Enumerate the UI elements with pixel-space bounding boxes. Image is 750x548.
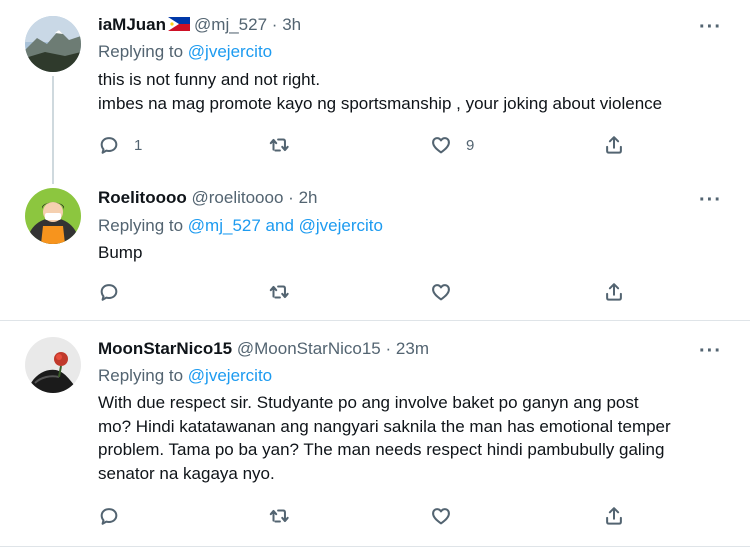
reply-button[interactable]	[98, 281, 134, 303]
share-button[interactable]	[603, 505, 625, 527]
text-line: mo? Hindi katatawanan ang nangyari sakni…	[98, 416, 671, 436]
share-icon	[606, 507, 622, 525]
like-button[interactable]: 9	[430, 134, 474, 156]
timestamp[interactable]: 2h	[299, 188, 318, 207]
replying-to: Replying to @jvejercito	[98, 41, 272, 63]
action-bar	[98, 281, 638, 305]
tweet-text: this is not funny and not right. imbes n…	[98, 68, 728, 115]
display-name[interactable]: MoonStarNico15	[98, 339, 232, 358]
retweet-button[interactable]	[268, 281, 304, 303]
mention-link[interactable]: @mj_527 and @jvejercito	[188, 216, 383, 235]
timestamp[interactable]: 23m	[396, 339, 429, 358]
heart-icon	[432, 508, 450, 525]
like-count: 9	[466, 136, 475, 154]
reply-icon	[100, 284, 118, 301]
tweet-text: Bump	[98, 241, 728, 265]
timestamp[interactable]: 3h	[282, 15, 301, 34]
text-line: With due respect sir. Studyante po ang i…	[98, 393, 639, 412]
reply-icon	[100, 137, 118, 154]
action-bar	[98, 505, 638, 529]
more-options-icon[interactable]: ···	[699, 190, 722, 210]
share-button[interactable]	[603, 134, 625, 156]
text-line: senator na kagaya nyo.	[98, 463, 275, 483]
text-line: problem. Tama po ba yan? The man needs r…	[98, 440, 665, 459]
retweet-button[interactable]	[268, 505, 304, 527]
display-name[interactable]: Roelitoooo	[98, 188, 187, 207]
replying-label: Replying to	[98, 366, 184, 385]
tweet-1[interactable]: iaMJuan @mj_527 · 3h ··· Replying to @jve…	[0, 0, 750, 184]
retweet-icon	[269, 285, 289, 299]
more-options-icon[interactable]: ···	[699, 341, 722, 361]
mention-link[interactable]: @jvejercito	[188, 42, 272, 61]
tweet-header: Roelitoooo @roelitoooo · 2h	[98, 187, 318, 209]
heart-icon	[432, 284, 450, 301]
avatar[interactable]	[25, 16, 81, 72]
replying-label: Replying to	[98, 216, 184, 235]
tweet-text: With due respect sir. Studyante po ang i…	[98, 391, 728, 485]
mention-link[interactable]: @jvejercito	[188, 366, 272, 385]
handle[interactable]: @mj_527	[194, 15, 267, 34]
handle[interactable]: @MoonStarNico15	[237, 339, 381, 358]
thread-line	[52, 76, 54, 184]
philippines-flag-icon	[168, 15, 191, 31]
tweet-3[interactable]: MoonStarNico15 @MoonStarNico15 · 23m ···…	[0, 321, 750, 548]
tweet-header: MoonStarNico15 @MoonStarNico15 · 23m	[98, 338, 429, 360]
more-options-icon[interactable]: ···	[699, 17, 722, 37]
replying-label: Replying to	[98, 42, 184, 61]
tweet-2[interactable]: Roelitoooo @roelitoooo · 2h ··· Replying…	[0, 170, 750, 320]
reply-button[interactable]	[98, 505, 134, 527]
reply-button[interactable]: 1	[98, 134, 142, 156]
tweet-header: iaMJuan @mj_527 · 3h	[98, 14, 301, 36]
retweet-button[interactable]	[268, 134, 304, 156]
heart-icon	[432, 137, 450, 154]
display-name[interactable]: iaMJuan	[98, 15, 166, 34]
avatar[interactable]	[25, 188, 81, 244]
text-line: Bump	[98, 243, 143, 262]
reply-icon	[100, 508, 118, 525]
avatar[interactable]	[25, 337, 81, 393]
separator-dot: ·	[271, 15, 278, 34]
text-line: imbes na mag promote kayo ng sportsmansh…	[98, 93, 663, 113]
replying-to: Replying to @jvejercito	[98, 365, 272, 387]
handle[interactable]: @roelitoooo	[192, 188, 284, 207]
share-icon	[606, 136, 622, 154]
reply-count: 1	[134, 136, 143, 154]
retweet-icon	[269, 138, 289, 152]
separator-dot: ·	[385, 339, 392, 358]
replying-to: Replying to @mj_527 and @jvejercito	[98, 215, 383, 237]
bottom-divider	[0, 546, 750, 547]
retweet-icon	[269, 509, 289, 523]
text-line: this is not funny and not right.	[98, 70, 321, 89]
separator-dot: ·	[288, 188, 294, 207]
share-button[interactable]	[603, 281, 625, 303]
like-button[interactable]	[430, 281, 466, 303]
share-icon	[606, 283, 622, 301]
action-bar: 1 9	[98, 134, 638, 158]
like-button[interactable]	[430, 505, 466, 527]
